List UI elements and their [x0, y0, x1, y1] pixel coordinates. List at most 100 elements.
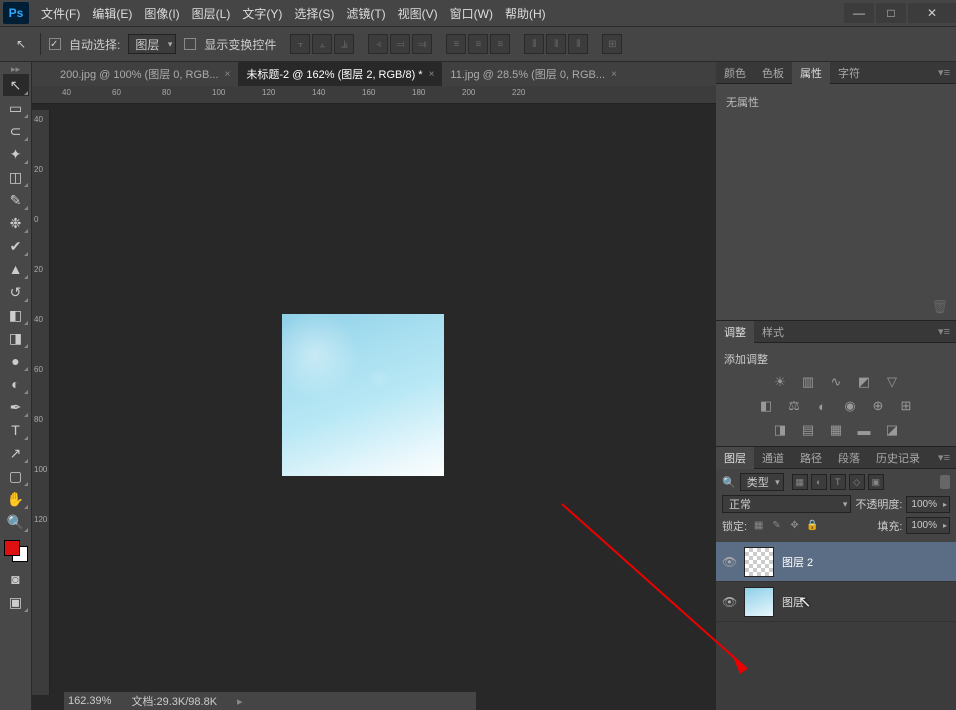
panel-tab-layers[interactable]: 图层 — [716, 447, 754, 469]
panel-tab-history[interactable]: 历史记录 — [868, 447, 928, 469]
align-left-icon[interactable]: ⫣ — [368, 34, 388, 54]
shape-tool[interactable]: ▢ — [3, 465, 29, 487]
doc-tab-0[interactable]: 200.jpg @ 100% (图层 0, RGB...× — [52, 62, 238, 86]
screen-mode[interactable]: ▣ — [3, 591, 29, 613]
filter-adjust-icon[interactable]: ◐ — [811, 474, 827, 490]
color-swatches[interactable] — [4, 540, 28, 562]
distribute-left-icon[interactable]: ⦀ — [524, 34, 544, 54]
distribute-top-icon[interactable]: ≡ — [446, 34, 466, 54]
align-bottom-icon[interactable]: ⫡ — [334, 34, 354, 54]
distribute-bottom-icon[interactable]: ≡ — [490, 34, 510, 54]
gradient-tool[interactable]: ◨ — [3, 327, 29, 349]
panel-menu-icon[interactable]: ▾≡ — [932, 451, 956, 464]
menu-file[interactable]: 文件(F) — [35, 5, 86, 22]
panel-tab-properties[interactable]: 属性 — [792, 62, 830, 84]
distribute-vcenter-icon[interactable]: ≡ — [468, 34, 488, 54]
align-hcenter-icon[interactable]: ⫤ — [390, 34, 410, 54]
filter-pixel-icon[interactable]: ▦ — [792, 474, 808, 490]
foreground-color[interactable] — [4, 540, 20, 556]
exposure-icon[interactable]: ◩ — [854, 373, 874, 391]
layer-thumbnail[interactable] — [744, 587, 774, 617]
layer-row[interactable]: 👁 图层 2 — [716, 542, 956, 582]
visibility-icon[interactable]: 👁 — [722, 555, 736, 569]
panel-tab-paragraph[interactable]: 段落 — [830, 447, 868, 469]
posterize-icon[interactable]: ▤ — [798, 421, 818, 439]
canvas-viewport[interactable] — [32, 104, 716, 710]
mixer-icon[interactable]: ⊕ — [868, 397, 888, 415]
minimize-button[interactable]: — — [844, 3, 874, 23]
eyedropper-tool[interactable]: ✎ — [3, 189, 29, 211]
lock-position-icon[interactable]: ✥ — [787, 518, 802, 533]
distribute-right-icon[interactable]: ⦀ — [568, 34, 588, 54]
wand-tool[interactable]: ✦ — [3, 143, 29, 165]
layer-row[interactable]: 👁 图层 ↖ — [716, 582, 956, 622]
move-tool[interactable]: ↖ — [3, 74, 29, 96]
panel-tab-color[interactable]: 颜色 — [716, 62, 754, 84]
menu-filter[interactable]: 滤镜(T) — [340, 5, 391, 22]
panel-menu-icon[interactable]: ▾≡ — [932, 325, 956, 338]
close-icon[interactable]: × — [429, 69, 435, 80]
dodge-tool[interactable]: ◐ — [3, 373, 29, 395]
close-button[interactable]: ✕ — [908, 3, 956, 23]
panel-tab-adjust[interactable]: 调整 — [716, 321, 754, 343]
brush-tool[interactable]: ✔ — [3, 235, 29, 257]
blend-mode[interactable]: 正常 — [722, 495, 851, 513]
zoom-tool[interactable]: 🔍 — [3, 511, 29, 533]
history-brush-tool[interactable]: ↺ — [3, 281, 29, 303]
panel-menu-icon[interactable]: ▾≡ — [932, 66, 956, 79]
lock-all-icon[interactable]: 🔒 — [805, 518, 820, 533]
visibility-icon[interactable]: 👁 — [722, 595, 736, 609]
filter-toggle[interactable] — [940, 475, 950, 489]
vibrance-icon[interactable]: ▽ — [882, 373, 902, 391]
crop-tool[interactable]: ◫ — [3, 166, 29, 188]
selective-icon[interactable]: ◪ — [882, 421, 902, 439]
align-vcenter-icon[interactable]: ⫠ — [312, 34, 332, 54]
auto-select-checkbox[interactable] — [49, 38, 61, 50]
canvas[interactable] — [282, 314, 444, 476]
close-icon[interactable]: × — [225, 69, 231, 80]
brightness-icon[interactable]: ☀ — [770, 373, 790, 391]
doc-tab-1[interactable]: 未标题-2 @ 162% (图层 2, RGB/8) *× — [238, 62, 442, 86]
doc-tab-2[interactable]: 11.jpg @ 28.5% (图层 0, RGB...× — [442, 62, 624, 86]
balance-icon[interactable]: ⚖ — [784, 397, 804, 415]
panel-tab-paths[interactable]: 路径 — [792, 447, 830, 469]
hand-tool[interactable]: ✋ — [3, 488, 29, 510]
menu-type[interactable]: 文字(Y) — [236, 5, 288, 22]
menu-window[interactable]: 窗口(W) — [444, 5, 499, 22]
menu-layer[interactable]: 图层(L) — [186, 5, 237, 22]
align-top-icon[interactable]: ⫟ — [290, 34, 310, 54]
layer-filter-kind[interactable]: 类型 — [740, 473, 784, 491]
layer-thumbnail[interactable] — [744, 547, 774, 577]
blur-tool[interactable]: ● — [3, 350, 29, 372]
hue-icon[interactable]: ◧ — [756, 397, 776, 415]
menu-edit[interactable]: 编辑(E) — [86, 5, 138, 22]
mask-mode[interactable]: ◙ — [3, 568, 29, 590]
lock-transparent-icon[interactable]: ▦ — [751, 518, 766, 533]
menu-view[interactable]: 视图(V) — [392, 5, 444, 22]
panel-tab-styles[interactable]: 样式 — [754, 321, 792, 343]
menu-image[interactable]: 图像(I) — [138, 5, 185, 22]
invert-icon[interactable]: ◨ — [770, 421, 790, 439]
layer-name[interactable]: 图层 2 — [782, 554, 813, 570]
doc-size[interactable]: 文档:29.3K/98.8K — [131, 693, 217, 709]
curves-icon[interactable]: ∿ — [826, 373, 846, 391]
filter-type-icon[interactable]: T — [830, 474, 846, 490]
menu-select[interactable]: 选择(S) — [288, 5, 340, 22]
maximize-button[interactable]: □ — [876, 3, 906, 23]
distribute-hcenter-icon[interactable]: ⦀ — [546, 34, 566, 54]
stamp-tool[interactable]: ▲ — [3, 258, 29, 280]
menu-help[interactable]: 帮助(H) — [499, 5, 552, 22]
auto-align-icon[interactable]: ⊞ — [602, 34, 622, 54]
close-icon[interactable]: × — [611, 69, 617, 80]
panel-tab-character[interactable]: 字符 — [830, 62, 868, 84]
lookup-icon[interactable]: ⊞ — [896, 397, 916, 415]
gradient-map-icon[interactable]: ▬ — [854, 421, 874, 439]
lock-pixels-icon[interactable]: ✎ — [769, 518, 784, 533]
threshold-icon[interactable]: ▦ — [826, 421, 846, 439]
photo-filter-icon[interactable]: ◉ — [840, 397, 860, 415]
zoom-level[interactable]: 162.39% — [68, 695, 111, 707]
path-tool[interactable]: ↗ — [3, 442, 29, 464]
auto-select-target[interactable]: 图层 — [128, 34, 176, 54]
type-tool[interactable]: T — [3, 419, 29, 441]
panel-tab-channels[interactable]: 通道 — [754, 447, 792, 469]
